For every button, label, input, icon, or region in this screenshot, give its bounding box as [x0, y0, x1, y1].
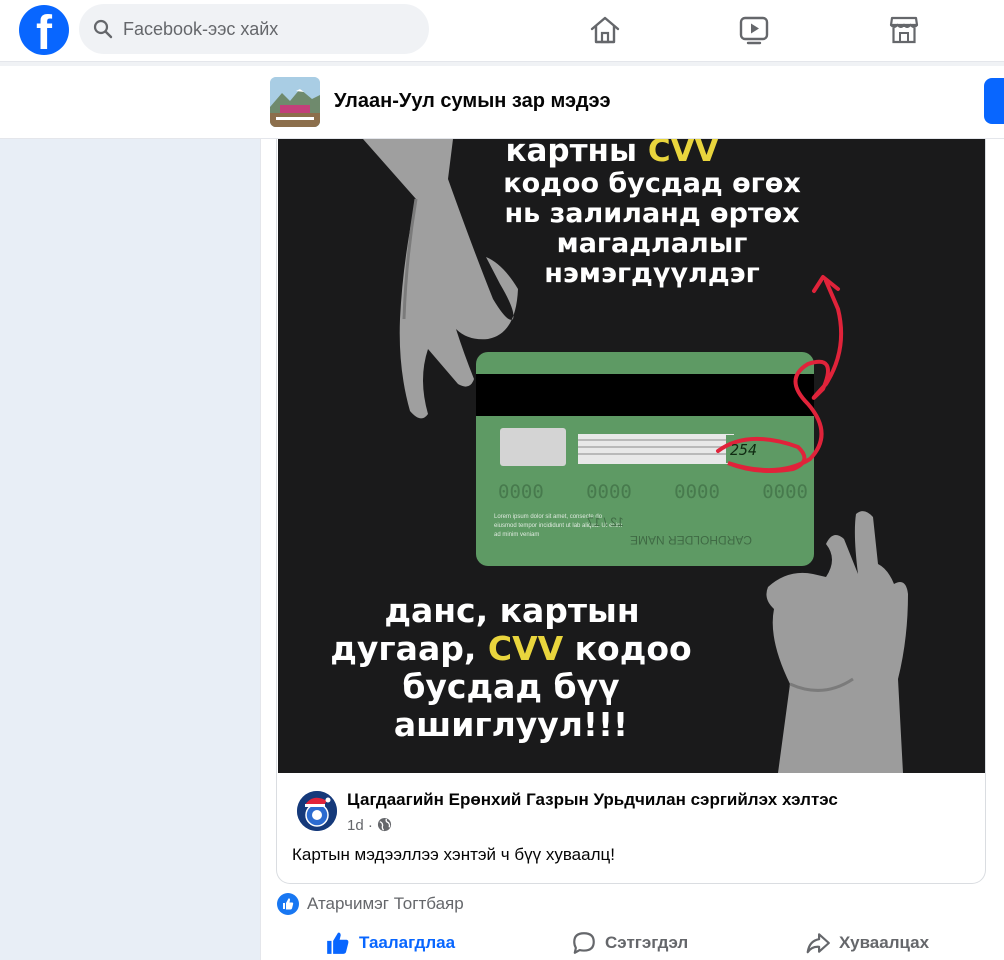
poster-text-top-3: нь залиланд өртөх — [504, 198, 800, 229]
card-number-group: 0000 — [586, 481, 632, 503]
comment-button[interactable]: Сэтгэгдэл — [571, 926, 711, 960]
poster-text-bottom-4: ашиглуул!!! — [393, 705, 629, 744]
source-avatar[interactable] — [297, 791, 337, 831]
video-icon[interactable] — [736, 12, 772, 48]
thumbs-up-icon — [327, 932, 349, 954]
card-cvv: 254 — [730, 441, 758, 459]
page-header: Улаан-Уул сумын зар мэдээ — [0, 66, 1004, 139]
card-number-group: 0000 — [498, 481, 544, 503]
card-number-group: 0000 — [762, 481, 808, 503]
source-page-name[interactable]: Цагдаагийн Ерөнхий Газрын Урьдчилан сэрг… — [347, 790, 838, 810]
post-card: картны CVV кодоо бусдад өгөх нь залиланд… — [260, 139, 1004, 960]
post-caption: Картын мэдээллээ хэнтэй ч бүү хуваалц! — [292, 845, 615, 864]
like-reaction-icon — [277, 893, 299, 915]
home-icon[interactable] — [587, 12, 623, 48]
like-label: Таалагдлаа — [359, 933, 456, 952]
poster-text-bottom-2a: дугаар, — [330, 629, 488, 668]
poster-text-top-4: магадлалыг — [556, 228, 748, 259]
marketplace-icon[interactable] — [886, 12, 922, 48]
poster-text-bottom-2c: кодоо — [563, 629, 692, 668]
post-actions: Таалагдлаа Сэтгэгдэл Хуваалцах — [261, 926, 1004, 960]
source-meta: 1d · — [347, 817, 392, 834]
poster-text-top-1b: CVV — [647, 139, 719, 169]
card-holder: CARDHOLDER NAME — [630, 533, 753, 547]
facebook-logo-letter: f — [36, 7, 52, 60]
search-input[interactable] — [123, 4, 413, 54]
poster-text-top-5: нэмэгдүүлдэг — [544, 258, 760, 289]
search-icon — [93, 19, 113, 39]
poster-text-bottom-1: данс, картын — [384, 591, 640, 630]
page-action-button[interactable] — [984, 78, 1004, 124]
poster-text-top-1a: картны — [505, 139, 648, 169]
comment-icon — [573, 932, 595, 954]
search-bar[interactable] — [79, 4, 429, 54]
top-navbar: f — [0, 0, 1004, 62]
post-time[interactable]: 1d · — [347, 817, 373, 834]
left-column — [0, 139, 260, 960]
post-image[interactable]: картны CVV кодоо бусдад өгөх нь залиланд… — [278, 139, 985, 773]
card-number-group: 0000 — [674, 481, 720, 503]
poster-text-top-2: кодоо бусдад өгөх — [503, 168, 801, 199]
reactor-name: Атарчимэг Тогтбаяр — [307, 894, 464, 913]
shared-post[interactable]: картны CVV кодоо бусдад өгөх нь залиланд… — [276, 139, 986, 884]
share-button[interactable]: Хуваалцах — [805, 926, 945, 960]
card-number: 0000 0000 0000 0000 — [498, 481, 808, 503]
comment-label: Сэтгэгдэл — [605, 933, 689, 952]
poster-text-bottom-2b: CVV — [487, 629, 564, 668]
poster-text-bottom-3: бусдад бүү — [402, 667, 620, 706]
globe-icon — [377, 817, 392, 832]
facebook-logo[interactable]: f — [19, 5, 69, 60]
page-title[interactable]: Улаан-Уул сумын зар мэдээ — [334, 90, 611, 113]
share-label: Хуваалцах — [839, 933, 930, 952]
page-avatar[interactable] — [270, 77, 320, 127]
like-button[interactable]: Таалагдлаа — [325, 926, 475, 960]
share-icon — [806, 933, 830, 954]
